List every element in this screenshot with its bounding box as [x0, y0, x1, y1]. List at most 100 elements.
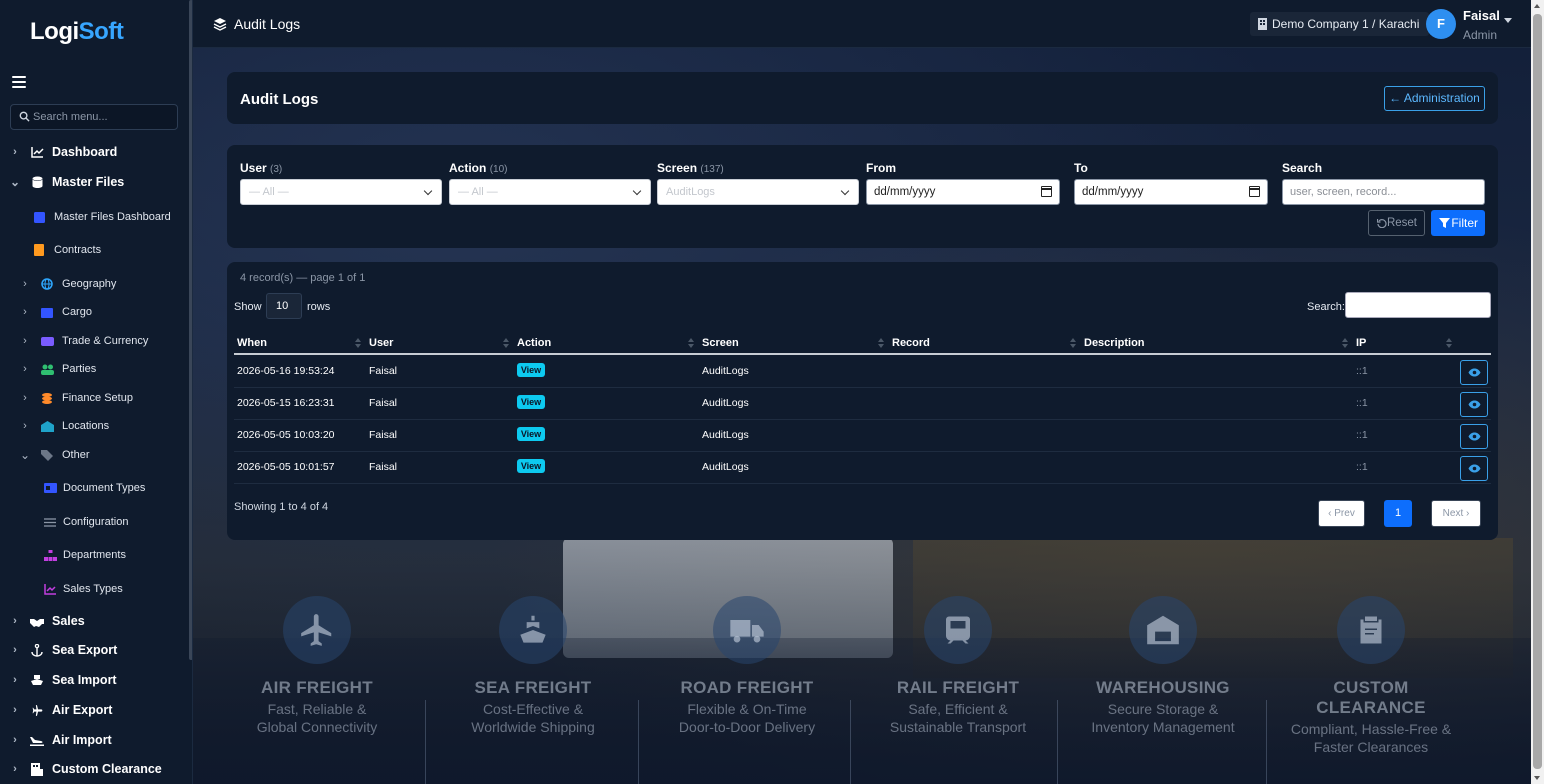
view-details-button[interactable]: [1460, 456, 1488, 481]
service-desc: Fast, Reliable & Global Connectivity: [256, 701, 378, 735]
sidebar-item-parties[interactable]: › Parties: [20, 362, 96, 376]
filter-to-label: To: [1074, 161, 1088, 175]
scrollbar-thumb[interactable]: [1533, 14, 1542, 769]
column-header-when[interactable]: When: [237, 337, 267, 349]
service-sea-freight: SEA FREIGHT Cost-Effective & Worldwide Sh…: [443, 596, 623, 736]
square-icon: [32, 210, 46, 224]
plane-icon: [30, 703, 44, 717]
column-header-ip[interactable]: IP: [1356, 337, 1366, 349]
back-to-administration-button[interactable]: ← Administration: [1384, 86, 1485, 111]
sidebar-item-label: Contracts: [54, 244, 102, 256]
sidebar-item-label: Other: [62, 449, 90, 461]
filter-search-input[interactable]: user, screen, record...: [1282, 179, 1485, 205]
sidebar-scrollbar[interactable]: [189, 0, 192, 660]
table-search-input[interactable]: [1345, 292, 1491, 318]
column-header-user[interactable]: User: [369, 337, 393, 349]
company-name: Demo Company 1 / Karachi: [1272, 17, 1420, 31]
box-icon: [40, 305, 54, 319]
user-name[interactable]: Faisal: [1463, 8, 1500, 23]
service-road-freight: ROAD FREIGHT Flexible & On-Time Door-to-D…: [657, 596, 837, 736]
view-details-button[interactable]: [1460, 424, 1488, 449]
filter-user-select[interactable]: — All —: [240, 179, 442, 205]
column-header-description[interactable]: Description: [1084, 337, 1145, 349]
sidebar-item-custom-clearance[interactable]: › Custom Clearance: [10, 762, 162, 776]
sort-icon[interactable]: [355, 338, 361, 348]
sidebar-item-label: Document Types: [63, 482, 146, 494]
sidebar-item-air-export[interactable]: › Air Export: [10, 703, 112, 717]
sidebar-item-air-import[interactable]: › Air Import: [10, 733, 112, 747]
sidebar-item-departments[interactable]: Departments: [43, 548, 126, 562]
rows-label: rows: [307, 301, 331, 313]
action-badge: View: [517, 395, 545, 409]
sidebar-item-sea-import[interactable]: › Sea Import: [10, 673, 116, 687]
sidebar-item-master-files[interactable]: ⌄ Master Files: [10, 175, 124, 189]
undo-icon: [1377, 219, 1387, 228]
page-scrollbar[interactable]: [1531, 0, 1544, 784]
layers-icon: [213, 18, 227, 31]
cell-user: Faisal: [369, 397, 398, 409]
chevron-right-icon: ›: [13, 674, 17, 686]
sidebar-item-geography[interactable]: › Geography: [20, 277, 116, 291]
sidebar-item-master-files-dashboard[interactable]: Master Files Dashboard: [32, 210, 171, 224]
service-title: RAIL FREIGHT: [896, 678, 1020, 697]
service-divider: [425, 700, 426, 784]
reset-button[interactable]: Reset: [1368, 210, 1425, 236]
company-selector[interactable]: Demo Company 1 / Karachi: [1250, 12, 1430, 36]
sidebar-item-other[interactable]: ⌄ Other: [20, 448, 90, 462]
sidebar-item-dashboard[interactable]: › Dashboard: [10, 145, 117, 159]
sidebar-item-trade-currency[interactable]: › Trade & Currency: [20, 334, 148, 348]
menu-search-input[interactable]: [33, 105, 173, 129]
sort-icon[interactable]: [1446, 338, 1452, 348]
column-header-screen[interactable]: Screen: [702, 337, 739, 349]
next-page-button[interactable]: Next ›: [1431, 500, 1481, 527]
sidebar-item-locations[interactable]: › Locations: [20, 419, 109, 433]
column-header-record[interactable]: Record: [892, 337, 930, 349]
calendar-icon[interactable]: [1041, 186, 1052, 197]
sidebar-item-document-types[interactable]: Document Types: [43, 481, 145, 495]
service-desc: Flexible & On-Time Door-to-Door Delivery: [678, 701, 816, 735]
scroll-down-icon[interactable]: [1534, 776, 1540, 780]
sidebar-item-sales[interactable]: › Sales: [10, 614, 85, 628]
table-search-label: Search:: [1307, 301, 1345, 313]
cell-when: 2026-05-05 10:03:20: [237, 429, 335, 441]
cell-when: 2026-05-16 19:53:24: [237, 365, 335, 377]
menu-toggle-icon[interactable]: [12, 76, 26, 90]
sidebar-item-cargo[interactable]: › Cargo: [20, 305, 92, 319]
column-header-action[interactable]: Action: [517, 337, 551, 349]
filter-screen-select[interactable]: AuditLogs: [657, 179, 859, 205]
calendar-icon[interactable]: [1249, 186, 1260, 197]
page-size-select[interactable]: 10: [266, 293, 302, 319]
sidebar-item-sea-export[interactable]: › Sea Export: [10, 643, 117, 657]
caret-down-icon[interactable]: [1504, 18, 1512, 23]
table-row: 2026-05-05 10:01:57 Faisal View AuditLog…: [234, 452, 1491, 484]
building-icon: [1258, 18, 1267, 30]
prev-page-button[interactable]: ‹ Prev: [1318, 500, 1365, 527]
filter-from-date[interactable]: dd/mm/yyyy: [866, 179, 1060, 205]
sort-icon[interactable]: [878, 338, 884, 348]
menu-search[interactable]: [10, 104, 178, 130]
sort-icon[interactable]: [1342, 338, 1348, 348]
table-row: 2026-05-16 19:53:24 Faisal View AuditLog…: [234, 356, 1491, 388]
sidebar-item-finance-setup[interactable]: › Finance Setup: [20, 391, 133, 405]
sort-icon[interactable]: [688, 338, 694, 348]
sidebar-item-label: Geography: [62, 278, 117, 290]
sort-icon[interactable]: [503, 338, 509, 348]
view-details-button[interactable]: [1460, 392, 1488, 417]
filter-to-date[interactable]: dd/mm/yyyy: [1074, 179, 1268, 205]
sidebar-item-configuration[interactable]: Configuration: [43, 515, 128, 529]
sidebar-item-label: Sales: [52, 614, 85, 628]
sidebar-item-contracts[interactable]: Contracts: [32, 243, 101, 257]
scroll-up-icon[interactable]: [1534, 4, 1540, 8]
filter-button[interactable]: Filter: [1431, 210, 1485, 236]
sort-icon[interactable]: [1070, 338, 1076, 348]
eye-icon: [1468, 464, 1480, 473]
avatar[interactable]: F: [1426, 9, 1456, 39]
showing-info: Showing 1 to 4 of 4: [234, 501, 329, 513]
filter-action-select[interactable]: — All —: [449, 179, 651, 205]
view-details-button[interactable]: [1460, 360, 1488, 385]
globe-icon: [40, 277, 54, 291]
page-1-button[interactable]: 1: [1384, 500, 1412, 527]
button-label: Reset: [1386, 217, 1417, 229]
app-logo[interactable]: LogiSoft: [30, 18, 124, 46]
sidebar-item-sales-types[interactable]: Sales Types: [43, 582, 123, 596]
